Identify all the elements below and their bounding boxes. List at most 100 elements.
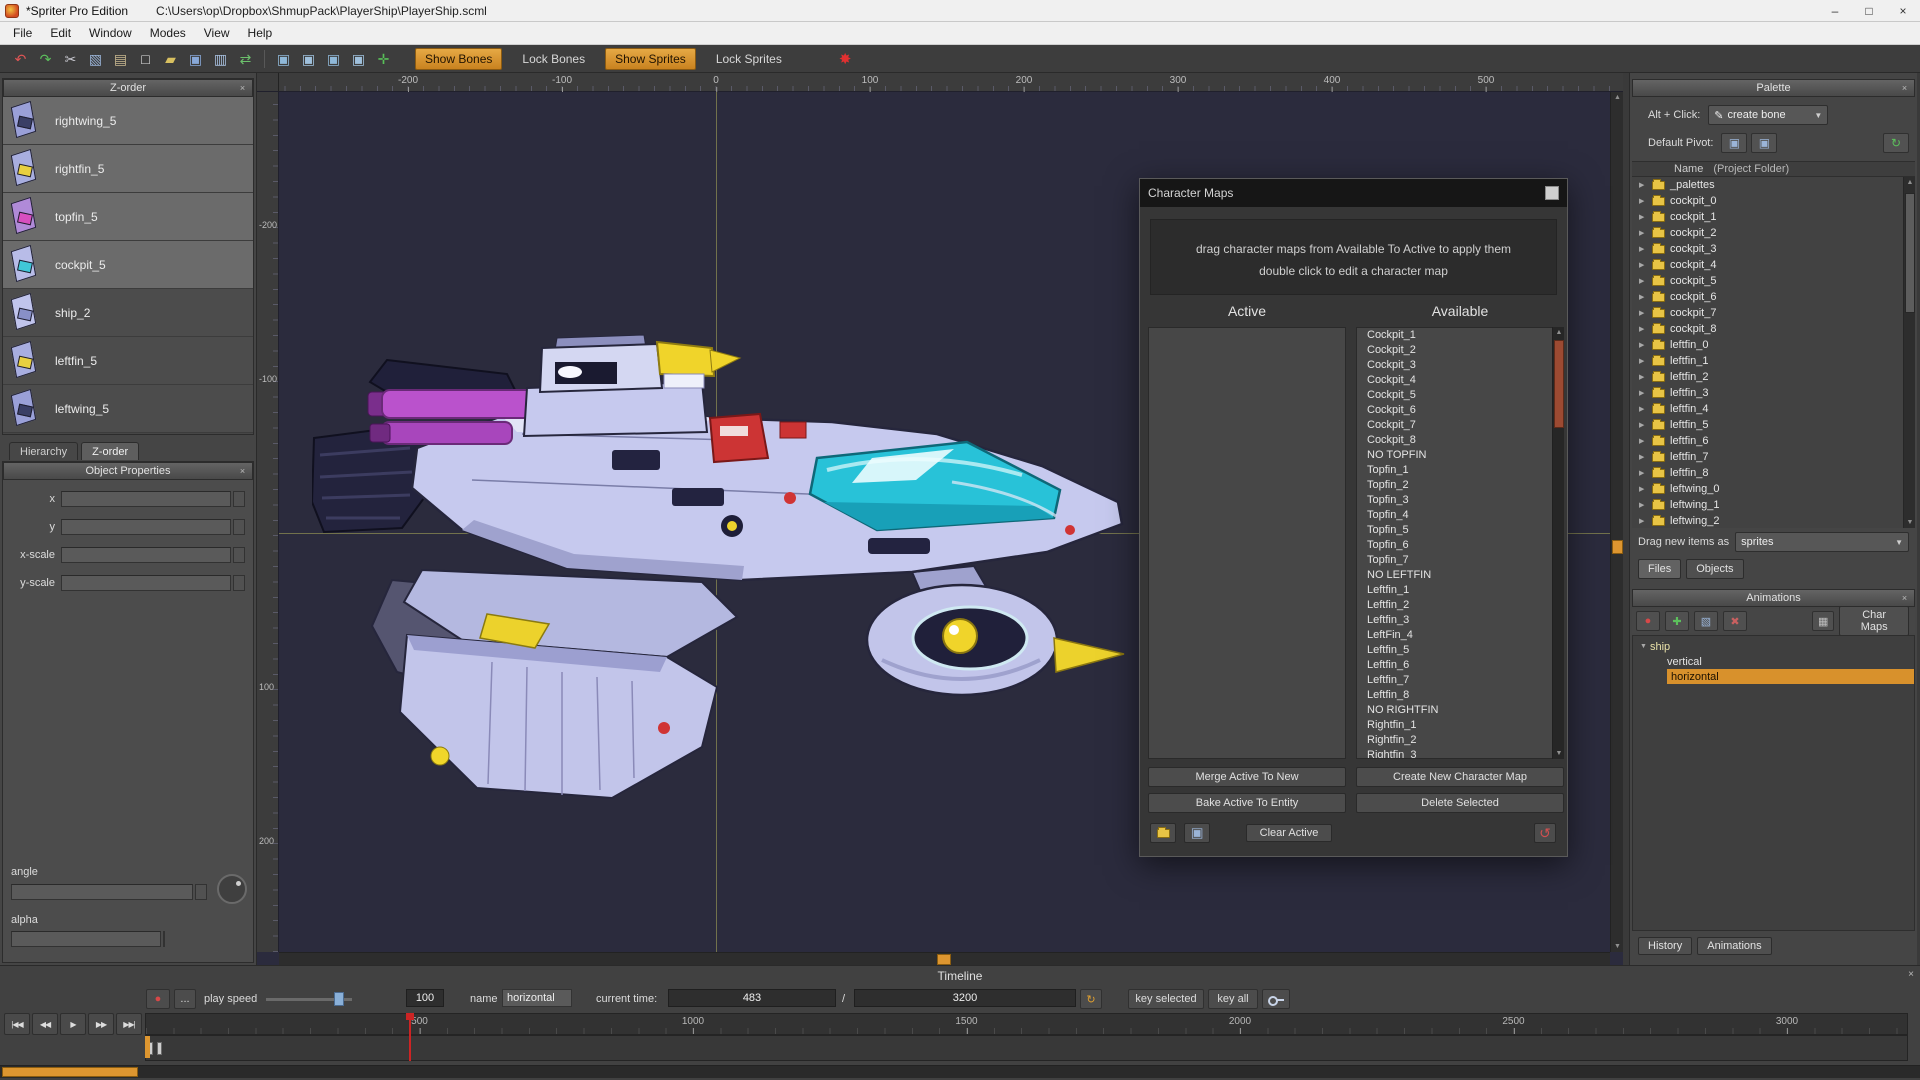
palette-folder-row[interactable]: ▶ leftwing_2 [1632, 513, 1915, 528]
viewport-layout-icon-3[interactable]: ▣ [321, 47, 346, 70]
redo-icon[interactable]: ↷ [33, 47, 58, 70]
zorder-item[interactable]: cockpit_5 [3, 241, 253, 289]
frame-zero-marker[interactable] [145, 1036, 150, 1058]
open-folder-icon[interactable] [1150, 823, 1176, 843]
character-map-item[interactable]: Leftfin_8 [1357, 688, 1563, 703]
undo-icon[interactable]: ↶ [8, 47, 33, 70]
menu-item[interactable]: File [4, 23, 41, 43]
expand-arrow-icon[interactable]: ▶ [1639, 421, 1649, 429]
character-map-item[interactable]: Leftfin_6 [1357, 658, 1563, 673]
character-map-item[interactable]: Topfin_7 [1357, 553, 1563, 568]
canvas-vertical-scrollbar[interactable]: ▲ ▼ [1610, 92, 1623, 952]
menu-item[interactable]: Help [239, 23, 282, 43]
player-ship-sprite[interactable] [312, 330, 1127, 805]
zorder-item[interactable]: rightfin_5 [3, 145, 253, 193]
expand-arrow-icon[interactable]: ▶ [1639, 453, 1649, 461]
palette-folder-row[interactable]: ▶ leftfin_1 [1632, 353, 1915, 369]
zorder-item[interactable]: ship_2 [3, 289, 253, 337]
character-map-item[interactable]: Topfin_5 [1357, 523, 1563, 538]
show-sprites-toggle[interactable]: Show Sprites [605, 48, 696, 70]
zorder-item[interactable]: leftwing_5 [3, 385, 253, 433]
property-input[interactable] [61, 491, 231, 507]
copy-icon[interactable]: ▧ [83, 47, 108, 70]
dialog-titlebar[interactable]: Character Maps [1140, 179, 1567, 207]
property-input[interactable] [61, 519, 231, 535]
next-keyframe-button[interactable]: ▶▶ [88, 1013, 114, 1035]
current-time-input[interactable] [668, 989, 836, 1007]
bake-active-button[interactable]: Bake Active To Entity [1148, 793, 1346, 813]
palette-scroll-thumb[interactable] [1905, 193, 1915, 313]
palette-folder-row[interactable]: ▶ _palettes [1632, 177, 1915, 193]
character-map-item[interactable]: Topfin_4 [1357, 508, 1563, 523]
palette-folder-row[interactable]: ▶ cockpit_0 [1632, 193, 1915, 209]
palette-folder-row[interactable]: ▶ leftfin_7 [1632, 449, 1915, 465]
character-map-item[interactable]: Leftfin_5 [1357, 643, 1563, 658]
open-folder-icon[interactable]: ▰ [158, 47, 183, 70]
palette-folder-row[interactable]: ▶ cockpit_2 [1632, 225, 1915, 241]
close-icon[interactable]: × [1908, 969, 1914, 980]
scroll-down-icon[interactable]: ▼ [1904, 517, 1916, 528]
available-scroll-thumb[interactable] [1554, 340, 1564, 428]
panel-tab[interactable]: Hierarchy [9, 442, 78, 460]
expand-arrow-icon[interactable]: ▶ [1639, 405, 1649, 413]
slider-handle[interactable] [334, 992, 344, 1006]
character-map-item[interactable]: Leftfin_1 [1357, 583, 1563, 598]
char-maps-button[interactable]: Char Maps [1839, 606, 1909, 636]
export-icon[interactable]: ⇄ [233, 47, 258, 70]
new-animation-icon[interactable]: ✚ [1665, 611, 1689, 631]
character-map-item[interactable]: Cockpit_7 [1357, 418, 1563, 433]
property-spinner[interactable] [233, 547, 245, 563]
character-map-item[interactable]: NO TOPFIN [1357, 448, 1563, 463]
character-map-item[interactable]: Leftfin_3 [1357, 613, 1563, 628]
menu-item[interactable]: View [195, 23, 239, 43]
expand-arrow-icon[interactable]: ▶ [1639, 341, 1649, 349]
delete-selected-button[interactable]: Delete Selected [1356, 793, 1564, 813]
record-icon[interactable]: ● [1636, 611, 1660, 631]
character-map-item[interactable]: Topfin_6 [1357, 538, 1563, 553]
character-map-item[interactable]: Cockpit_2 [1357, 343, 1563, 358]
pivot-preset-icon[interactable]: ▣ [1721, 133, 1747, 153]
close-icon[interactable]: × [236, 465, 249, 478]
palette-folder-row[interactable]: ▶ cockpit_3 [1632, 241, 1915, 257]
expand-arrow-icon[interactable]: ▶ [1639, 261, 1649, 269]
character-map-item[interactable]: Leftfin_7 [1357, 673, 1563, 688]
palette-folder-row[interactable]: ▶ leftwing_0 [1632, 481, 1915, 497]
duplicate-animation-icon[interactable]: ▧ [1694, 611, 1718, 631]
show-bones-toggle[interactable]: Show Bones [415, 48, 502, 70]
entity-row[interactable]: ▼ ship [1633, 639, 1914, 654]
palette-tree-scrollbar[interactable]: ▲ ▼ [1903, 177, 1915, 528]
palette-folder-row[interactable]: ▶ leftfin_3 [1632, 385, 1915, 401]
cut-icon[interactable]: ✂ [58, 47, 83, 70]
available-list-scrollbar[interactable]: ▲ ▼ [1552, 327, 1564, 759]
animation-item[interactable]: horizontal [1667, 669, 1914, 684]
more-options-button[interactable]: ... [174, 989, 196, 1009]
character-map-item[interactable]: Cockpit_8 [1357, 433, 1563, 448]
character-map-item[interactable]: Cockpit_1 [1357, 328, 1563, 343]
scroll-down-icon[interactable]: ▼ [1611, 941, 1623, 952]
dialog-close-button[interactable] [1545, 186, 1559, 200]
expand-arrow-icon[interactable]: ▶ [1639, 437, 1649, 445]
scroll-up-icon[interactable]: ▲ [1611, 92, 1623, 103]
angle-dial[interactable] [217, 874, 247, 904]
key-all-button[interactable]: key all [1208, 989, 1258, 1009]
scroll-up-icon[interactable]: ▲ [1904, 177, 1916, 188]
menu-item[interactable]: Window [80, 23, 141, 43]
character-map-item[interactable]: NO LEFTFIN [1357, 568, 1563, 583]
viewport-layout-icon-2[interactable]: ▣ [296, 47, 321, 70]
scroll-down-icon[interactable]: ▼ [1553, 748, 1565, 759]
expand-arrow-icon[interactable]: ▶ [1639, 309, 1649, 317]
property-input[interactable] [61, 547, 231, 563]
close-icon[interactable]: × [1898, 592, 1911, 605]
viewport-layout-icon-1[interactable]: ▣ [271, 47, 296, 70]
paste-icon[interactable]: ▤ [108, 47, 133, 70]
animations-tab[interactable]: Animations [1697, 937, 1771, 955]
close-button[interactable]: × [1886, 0, 1920, 22]
angle-spinner[interactable] [195, 884, 207, 900]
menu-item[interactable]: Modes [141, 23, 195, 43]
alt-click-dropdown[interactable]: ✎ create bone ▼ [1708, 105, 1828, 125]
lock-bones-toggle[interactable]: Lock Bones [512, 48, 595, 70]
palette-folder-row[interactable]: ▶ leftfin_4 [1632, 401, 1915, 417]
drag-new-items-dropdown[interactable]: sprites ▼ [1735, 532, 1909, 552]
merge-active-button[interactable]: Merge Active To New [1148, 767, 1346, 787]
property-spinner[interactable] [233, 519, 245, 535]
